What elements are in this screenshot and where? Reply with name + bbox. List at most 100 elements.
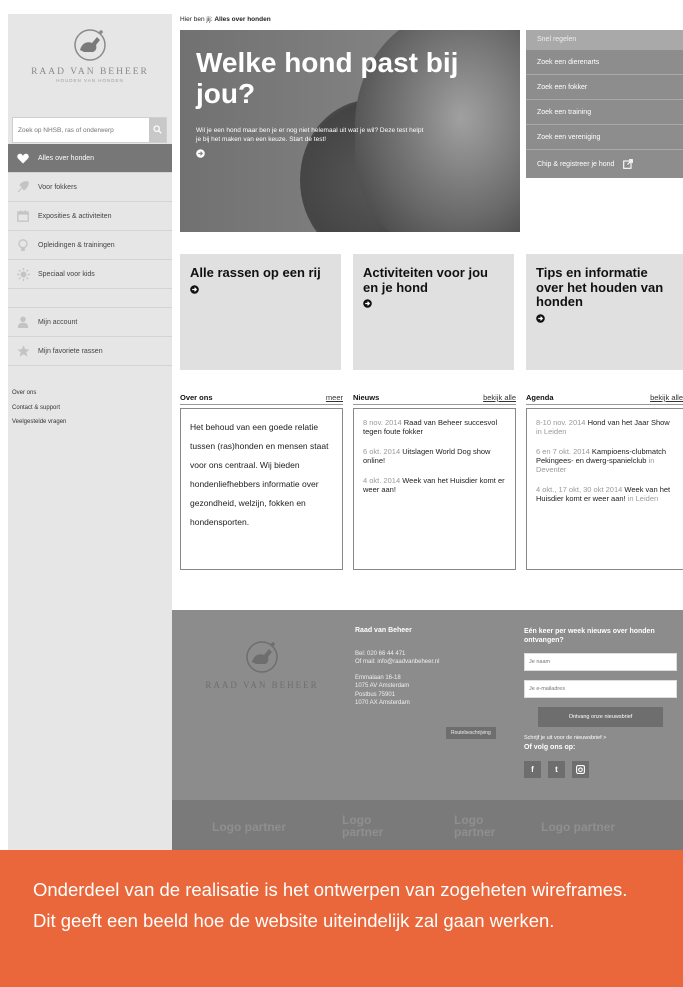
account-nav: Mijn account Mijn favoriete rassen	[8, 307, 172, 366]
section-header: Over ons meer	[180, 391, 343, 405]
partner-logo[interactable]: Logo partner	[454, 814, 504, 838]
quick-link-fokker[interactable]: Zoek een fokker	[526, 75, 683, 100]
dog-logo-icon	[74, 29, 106, 61]
agenda-box: 8-10 nov. 2014 Hond van het Jaar Show in…	[526, 408, 683, 570]
agenda-date: 6 en 7 okt. 2014	[536, 447, 590, 456]
section-header: Agenda bekijk alle	[526, 391, 683, 405]
logo-tagline: HOUDEN VAN HONDEN	[56, 78, 124, 83]
search-button[interactable]	[149, 118, 166, 142]
news-item[interactable]: 4 okt. 2014 Week van het Huisdier komt e…	[363, 476, 506, 494]
news-date: 4 okt. 2014	[363, 476, 401, 485]
main-nav: Alles over honden Voor fokkers Expositie…	[8, 144, 172, 289]
tile-rassen[interactable]: Alle rassen op een rij	[180, 254, 341, 370]
nav-item-opleidingen[interactable]: Opleidingen & trainingen	[8, 231, 172, 260]
nav-item-exposities[interactable]: Exposities & activiteiten	[8, 202, 172, 231]
breadcrumb-prefix: Hier ben jij:	[180, 16, 215, 23]
agenda-place: in Leiden	[536, 427, 567, 436]
breadcrumb-current: Alles over honden	[214, 16, 271, 23]
nav-label: Exposities & activiteiten	[38, 212, 112, 220]
logo[interactable]: RAAD VAN BEHEER HOUDEN VAN HONDEN	[8, 26, 172, 83]
nav-item-voor-fokkers[interactable]: Voor fokkers	[8, 173, 172, 202]
search-input[interactable]	[13, 118, 151, 142]
about-section: Over ons meer Het behoud van een goede r…	[180, 391, 343, 570]
about-box: Het behoud van een goede relatie tussen …	[180, 408, 343, 570]
partner-logos: Logo partner Logo partner Logo partner L…	[172, 800, 683, 850]
link-over-ons[interactable]: Over ons	[12, 386, 66, 401]
quick-link-label: Zoek een dierenarts	[537, 58, 600, 66]
footer-mail[interactable]: Of mail: info@raadvanbeheer.nl	[355, 658, 515, 667]
news-item[interactable]: 6 okt. 2014 Uitslagen World Dog show onl…	[363, 447, 506, 465]
news-box: 8 nov. 2014 Raad van Beheer succesvol te…	[353, 408, 516, 570]
view-all-link[interactable]: bekijk alle	[650, 393, 683, 402]
nav-item-favoriete-rassen[interactable]: Mijn favoriete rassen	[8, 337, 172, 366]
quick-link-label: Zoek een fokker	[537, 83, 588, 91]
address-line: 1070 AX Amsterdam	[355, 700, 410, 706]
agenda-item[interactable]: 6 en 7 okt. 2014 Kampioens-clubmatch Pek…	[536, 447, 674, 474]
nav-item-alles-over-honden[interactable]: Alles over honden	[8, 144, 172, 173]
nav-item-mijn-account[interactable]: Mijn account	[8, 308, 172, 337]
tile-title: Alle rassen op een rij	[190, 265, 321, 280]
external-link-icon	[623, 159, 634, 169]
partner-logo[interactable]: Logo partner	[342, 814, 392, 838]
newsletter: Eén keer per week nieuws over honden ont…	[524, 627, 677, 778]
tile-tips[interactable]: Tips en informatie over het houden van h…	[526, 254, 683, 370]
search-icon	[153, 125, 162, 134]
name-field[interactable]	[524, 653, 677, 671]
partner-logo[interactable]: Logo partner	[212, 821, 286, 833]
news-date: 8 nov. 2014	[363, 418, 402, 427]
agenda-item[interactable]: 8-10 nov. 2014 Hond van het Jaar Show in…	[536, 418, 674, 436]
link-contact-support[interactable]: Contact & support	[12, 401, 66, 416]
arrow-circle-icon	[363, 299, 372, 308]
agenda-date: 8-10 nov. 2014	[536, 418, 586, 427]
lightbulb-icon	[8, 231, 38, 259]
feather-icon	[8, 173, 38, 201]
calendar-icon	[8, 202, 38, 230]
nav-label: Speciaal voor kids	[38, 270, 95, 278]
nav-label: Mijn favoriete rassen	[38, 347, 103, 355]
quick-link-dierenarts[interactable]: Zoek een dierenarts	[526, 50, 683, 75]
hero-title: Welke hond past bij jou?	[196, 47, 459, 109]
nav-label: Opleidingen & trainingen	[38, 241, 115, 249]
link-veelgestelde-vragen[interactable]: Veelgestelde vragen	[12, 415, 66, 430]
quick-links: Snel regelen Zoek een dierenarts Zoek ee…	[526, 30, 683, 178]
nav-item-speciaal-voor-kids[interactable]: Speciaal voor kids	[8, 260, 172, 289]
tile-title: Tips en informatie over het houden van h…	[536, 265, 664, 309]
arrow-circle-icon	[536, 313, 545, 323]
tile-activiteiten[interactable]: Activiteiten voor jou en je hond	[353, 254, 514, 370]
address-line: Postbus 75901	[355, 691, 396, 698]
section-title: Over ons	[180, 393, 213, 402]
quick-link-chip-registreer[interactable]: Chip & registreer je hond	[526, 150, 683, 178]
quick-link-vereniging[interactable]: Zoek een vereniging	[526, 125, 683, 150]
footer-logo-name: RAAD VAN BEHEER	[205, 680, 319, 690]
quick-link-label: Chip & registreer je hond	[537, 160, 615, 168]
nav-label: Alles over honden	[38, 154, 95, 162]
quick-link-training[interactable]: Zoek een training	[526, 100, 683, 125]
agenda-place: in Leiden	[627, 494, 659, 503]
unsubscribe-link[interactable]: Schrijf je uit voor de nieuwsbrief >	[524, 735, 677, 741]
quick-links-heading: Snel regelen	[526, 30, 683, 50]
breadcrumb: Hier ben jij: Alles over honden	[180, 16, 271, 23]
agenda-item[interactable]: 4 okt., 17 okt, 30 okt 2014 Week van het…	[536, 485, 674, 503]
section-title: Agenda	[526, 393, 554, 402]
section-title: Nieuws	[353, 393, 380, 402]
footer-contact: Raad van Beheer Bel: 020 66 44 471 Of ma…	[355, 627, 515, 739]
more-link[interactable]: meer	[326, 393, 343, 402]
news-item[interactable]: 8 nov. 2014 Raad van Beheer succesvol te…	[363, 418, 506, 436]
tile-title: Activiteiten voor jou en je hond	[363, 265, 488, 295]
newsletter-title: Eén keer per week nieuws over honden ont…	[524, 628, 655, 644]
user-icon	[8, 308, 38, 336]
star-icon	[8, 337, 38, 365]
view-all-link[interactable]: bekijk alle	[483, 393, 516, 402]
facebook-icon[interactable]: f	[524, 761, 541, 778]
footer-logo[interactable]: RAAD VAN BEHEER	[202, 638, 322, 690]
subscribe-button[interactable]: Ontvang onze nieuwsbrief	[538, 707, 663, 727]
hero-banner[interactable]: Welke hond past bij jou? Wil je een hond…	[180, 30, 520, 232]
twitter-icon[interactable]: t	[548, 761, 565, 778]
nav-label: Mijn account	[38, 318, 78, 326]
arrow-circle-icon[interactable]	[196, 149, 205, 158]
route-button[interactable]: Routebeschrijving	[446, 727, 496, 739]
email-field[interactable]	[524, 680, 677, 698]
instagram-icon[interactable]	[572, 761, 589, 778]
partner-logo[interactable]: Logo partner	[541, 821, 615, 833]
